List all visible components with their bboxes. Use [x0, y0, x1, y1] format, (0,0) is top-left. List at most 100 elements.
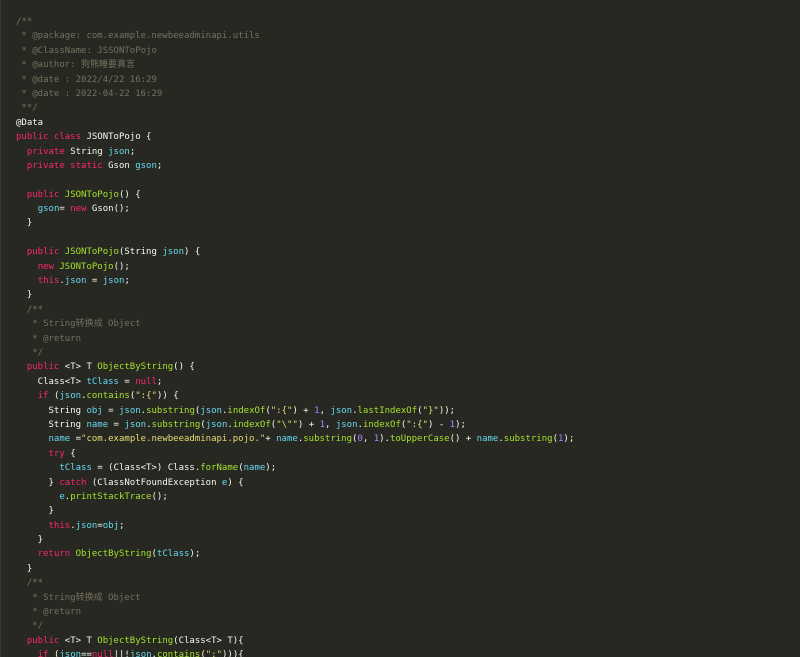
code-line: if (json.contains(":{")) { [16, 389, 800, 403]
code-token: forName [200, 463, 239, 474]
code-line: } [16, 288, 800, 302]
code-token: obj [86, 405, 103, 416]
code-token: } [16, 218, 33, 229]
code-token: Gson(); [91, 204, 130, 215]
code-token: public [26, 362, 65, 373]
code-line: **/ [16, 101, 800, 115]
code-token: JSONToPojo [64, 247, 119, 258]
code-token: private static [26, 160, 109, 171]
code-token: private [26, 146, 71, 157]
code-token: } [16, 563, 33, 574]
code-token: json [129, 650, 152, 657]
code-token: ) - [427, 419, 450, 430]
code-token: String [16, 405, 87, 416]
code-line: e.printStackTrace(); [16, 490, 800, 504]
code-token: ObjectByString [75, 549, 152, 560]
code-token: /** [16, 578, 44, 589]
code-line: if (json==null||!json.contains(":"))){ [16, 648, 800, 657]
code-line: * @return [16, 332, 800, 346]
code-token: , [362, 434, 374, 445]
code-token: ; [119, 520, 125, 531]
code-token: catch [59, 477, 92, 488]
code-line: /** [16, 15, 800, 29]
code-token: = (Class<T>) Class. [91, 463, 201, 474]
code-line: Class<T> tClass = null; [16, 375, 800, 389]
code-line: * @package: com.example.newbeeadminapi.u… [16, 29, 800, 43]
code-token: "com.example.newbeeadminapi.pojo." [81, 434, 266, 445]
code-token: null [135, 376, 157, 387]
code-token: = [108, 419, 125, 430]
code-token: (); [151, 491, 168, 502]
code-token: substring [151, 419, 201, 430]
code-token: json [330, 405, 353, 416]
code-token: /** [16, 304, 44, 315]
code-token: )); [438, 405, 456, 416]
code-token: public [26, 247, 65, 258]
code-token: ObjectByString [97, 635, 174, 646]
code-token: /** [16, 17, 33, 27]
code-token: gson [135, 160, 157, 171]
code-token: = [86, 276, 103, 287]
code-token: name [243, 463, 266, 474]
code-token: , [319, 405, 331, 416]
code-editor[interactable]: /** * @package: com.example.newbeeadmina… [0, 0, 800, 657]
code-line: public class JSONToPojo { [16, 130, 800, 144]
code-token: contains [156, 650, 201, 657]
code-token: Gson [108, 160, 136, 171]
code-token: **/ [16, 103, 38, 114]
code-token: ) + [297, 419, 320, 430]
code-token: ; [129, 146, 136, 157]
code-token: null [91, 650, 114, 657]
code-token: <T> T [64, 362, 98, 373]
code-line: * @author: 狗熊睡要真言 [16, 58, 800, 72]
code-token: name [48, 434, 71, 445]
code-token: tClass [59, 463, 92, 474]
code-token: } [16, 290, 33, 301]
code-token: json [59, 391, 82, 402]
code-token: = [118, 376, 136, 387]
code-token: json [200, 405, 222, 416]
code-line: @Data [16, 116, 800, 130]
code-token: ":{" [270, 405, 293, 416]
code-line: this.json=obj; [16, 519, 800, 533]
code-token: indexOf [227, 405, 266, 416]
code-token: ); [189, 549, 201, 560]
code-line: } [16, 562, 800, 576]
code-line: tClass = (Class<T>) Class.forName(name); [16, 461, 800, 475]
code-token: * @author: 狗熊睡要真言 [16, 60, 136, 71]
code-line: */ [16, 346, 800, 360]
code-token: json [75, 520, 98, 531]
code-line: private static Gson gson; [16, 159, 800, 173]
code-token: ) { [227, 477, 244, 488]
code-token: ). [379, 434, 390, 445]
code-token: new [37, 261, 60, 272]
code-token: + [265, 434, 277, 445]
code-token: this [48, 520, 71, 531]
code-token: indexOf [362, 419, 401, 430]
code-token: ); [455, 419, 466, 430]
code-line: } catch (ClassNotFoundException e) { [16, 476, 800, 490]
code-token: <T> T [64, 635, 98, 646]
code-token: lastIndexOf [357, 405, 418, 416]
code-token: json [108, 146, 130, 157]
code-token: json [64, 276, 87, 287]
code-line: public <T> T ObjectByString() { [16, 360, 800, 374]
code-line: * @date : 2022-04-22 16:29 [16, 87, 800, 101]
code-block: /** * @package: com.example.newbeeadmina… [1, 0, 800, 657]
code-token: name [86, 419, 109, 430]
code-token: substring [503, 434, 553, 445]
code-token: ; [124, 276, 130, 287]
code-token: json [118, 405, 141, 416]
code-line: private String json; [16, 145, 800, 159]
